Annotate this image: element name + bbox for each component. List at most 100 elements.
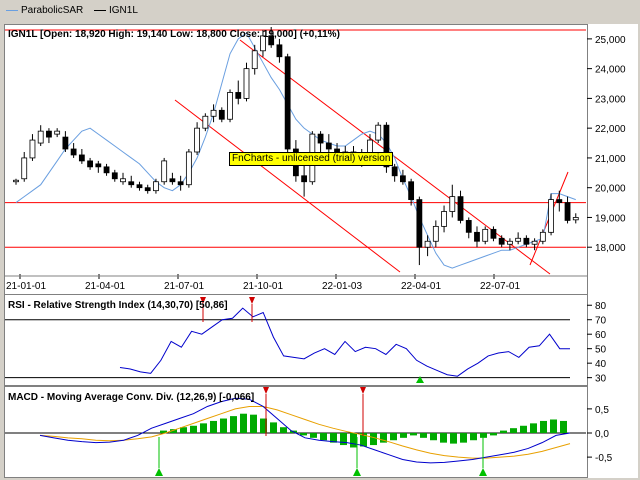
chart-canvas[interactable]: 25,000 24,000 23,000 22,000 21,000 20,000 19,0… xyxy=(0,0,640,480)
macd-histogram-bar xyxy=(400,433,407,438)
candle-body xyxy=(284,56,291,150)
candle-body xyxy=(391,166,398,177)
candle-body xyxy=(161,160,168,183)
macd-histogram-bar xyxy=(200,423,207,433)
macd-histogram-bar xyxy=(190,425,197,433)
sell-marker xyxy=(249,297,255,304)
y-tick-label: 20,000 xyxy=(595,184,626,195)
y-tick-label: 18,000 xyxy=(595,243,626,254)
x-tick-label: 22-01-03 xyxy=(322,281,362,292)
candle-body xyxy=(399,175,406,183)
x-tick-label: 21-07-01 xyxy=(164,281,204,292)
candle-body xyxy=(194,127,201,153)
trial-watermark: FnCharts - unlicensed (trial) version xyxy=(229,152,394,166)
buy-marker xyxy=(479,468,487,476)
candle-body xyxy=(498,237,505,245)
candle-body xyxy=(87,160,93,168)
candle-body xyxy=(441,211,447,227)
rsi-line xyxy=(119,307,570,377)
macd-histogram-bar xyxy=(240,413,247,433)
candle-body xyxy=(416,199,423,248)
y-tick-label: 40 xyxy=(595,359,607,370)
candle-body xyxy=(424,240,431,248)
candle-body xyxy=(218,109,225,120)
x-tick-label: 21-10-01 xyxy=(243,281,283,292)
buy-marker xyxy=(416,376,424,383)
candle-body xyxy=(37,130,44,144)
macd-histogram-bar xyxy=(280,427,287,433)
sell-marker xyxy=(360,387,366,394)
candle-body xyxy=(202,115,209,129)
macd-histogram-bar xyxy=(320,433,327,441)
candle-body xyxy=(531,240,538,245)
candle-body xyxy=(564,202,571,221)
candle-body xyxy=(120,178,126,183)
macd-histogram-bar xyxy=(500,430,507,433)
candle-body xyxy=(13,179,19,183)
candle-body xyxy=(144,187,151,192)
candle-body xyxy=(515,237,522,242)
candle-body xyxy=(210,109,217,117)
sell-marker xyxy=(263,387,269,394)
candle-body xyxy=(153,181,159,192)
buy-marker xyxy=(155,468,163,476)
macd-histogram-bar xyxy=(310,433,317,438)
y-tick-label: 0,5 xyxy=(595,405,609,416)
macd-histogram-bar xyxy=(510,428,517,433)
candle-body xyxy=(21,157,28,180)
y-tick-label: 70 xyxy=(595,316,607,327)
x-tick-label: 21-04-01 xyxy=(85,281,125,292)
candle-body xyxy=(103,166,110,174)
buy-marker xyxy=(353,468,361,476)
candle-body xyxy=(227,92,233,120)
macd-histogram-bar xyxy=(450,433,457,444)
candle-body xyxy=(474,231,480,242)
macd-histogram-bar xyxy=(220,418,227,433)
candle-body xyxy=(111,172,118,180)
y-tick-label: 21,000 xyxy=(595,154,626,165)
candle-body xyxy=(235,92,242,99)
y-tick-label: 60 xyxy=(595,330,607,341)
macd-panel-title: MACD - Moving Average Conv. Div. (12,26,… xyxy=(8,392,254,403)
y-tick-label: -0,5 xyxy=(595,453,613,464)
macd-signal-line xyxy=(39,405,571,459)
candle-body xyxy=(375,124,382,141)
candle-body xyxy=(136,184,143,189)
candle-body xyxy=(572,217,579,221)
candle-body xyxy=(29,139,36,159)
candle-body xyxy=(128,181,135,186)
macd-histogram-bar xyxy=(390,433,397,441)
macd-histogram-bar xyxy=(440,433,447,443)
candle-body xyxy=(301,175,308,183)
y-tick-label: 50 xyxy=(595,345,607,356)
macd-histogram-bar xyxy=(230,416,237,433)
macd-histogram-bar xyxy=(350,433,357,448)
macd-histogram-bar xyxy=(540,420,547,433)
candle-body xyxy=(432,225,439,242)
candle-body xyxy=(54,130,61,135)
candle-body xyxy=(465,220,472,233)
macd-histogram-bar xyxy=(270,422,277,433)
macd-histogram-bar xyxy=(490,433,497,436)
y-tick-label: 22,000 xyxy=(595,124,626,135)
candle-body xyxy=(95,163,102,168)
candle-body xyxy=(78,154,85,162)
rsi-panel-title: RSI - Relative Strength Index (14,30,70)… xyxy=(8,300,228,311)
x-tick-label: 22-07-01 xyxy=(480,281,520,292)
candle-body xyxy=(62,136,69,150)
macd-histogram-bar xyxy=(460,433,467,443)
macd-histogram-bar xyxy=(410,433,417,436)
macd-histogram-bar xyxy=(470,433,477,441)
candle-body xyxy=(70,148,77,156)
candle-body xyxy=(276,44,283,58)
candle-body xyxy=(548,199,554,233)
macd-histogram-bar xyxy=(420,433,427,438)
macd-histogram-bar xyxy=(430,433,437,441)
candle-body xyxy=(185,151,192,186)
candle-body xyxy=(482,228,489,242)
y-tick-label: 23,000 xyxy=(595,94,626,105)
y-tick-label: 25,000 xyxy=(595,35,626,46)
candle-body xyxy=(490,228,497,239)
candle-body xyxy=(408,181,415,200)
candle-body xyxy=(46,130,52,138)
